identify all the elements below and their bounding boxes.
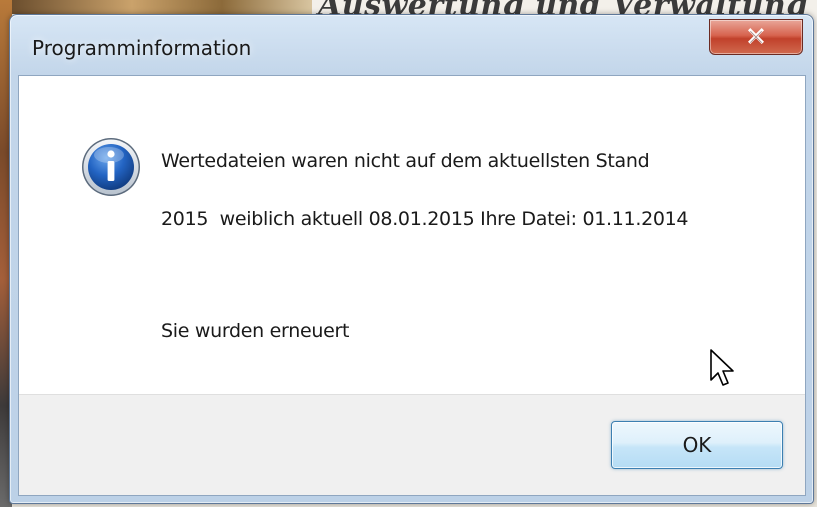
message-dialog: Programminformation Wertedateien waren n… (9, 14, 814, 504)
close-button[interactable] (709, 19, 803, 55)
info-icon (82, 138, 140, 196)
dialog-title: Programminformation (32, 36, 252, 60)
message-line-1: Wertedateien waren nicht auf dem aktuell… (161, 150, 650, 172)
background-image-strip (12, 0, 312, 14)
message-area: Wertedateien waren nicht auf dem aktuell… (19, 76, 805, 394)
dialog-titlebar[interactable]: Programminformation (10, 15, 813, 75)
dialog-client-area: Wertedateien waren nicht auf dem aktuell… (18, 75, 806, 496)
mouse-cursor-icon (710, 349, 734, 386)
message-line-2: 2015 weiblich aktuell 08.01.2015 Ihre Da… (161, 208, 689, 230)
ok-button[interactable]: OK (611, 421, 783, 469)
button-bar: OK (19, 394, 805, 495)
close-icon (747, 28, 765, 45)
message-line-3: Sie wurden erneuert (161, 320, 350, 342)
